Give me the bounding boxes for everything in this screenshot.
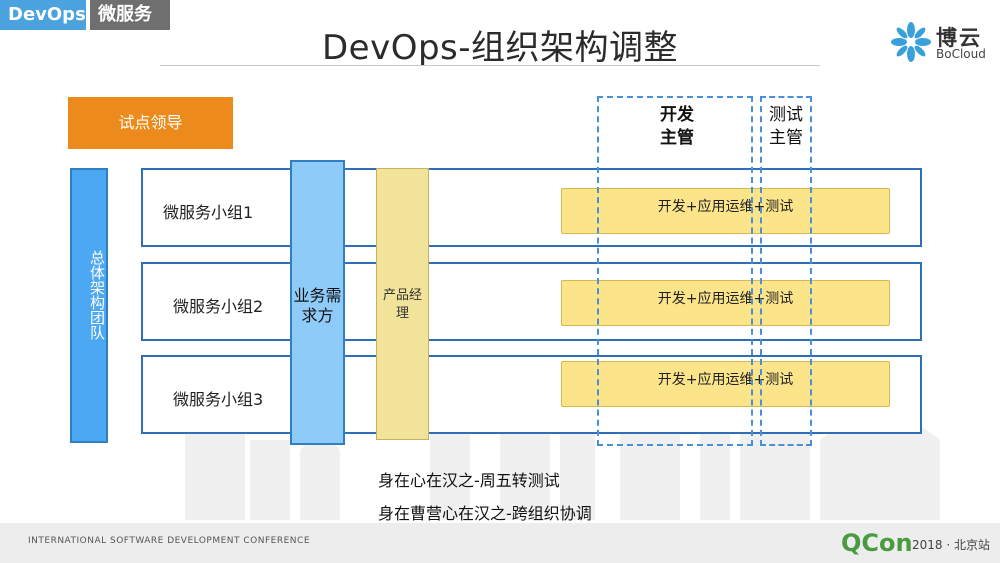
conference-name: INTERNATIONAL SOFTWARE DEVELOPMENT CONFE… — [28, 536, 311, 546]
bocloud-flower-icon — [891, 22, 931, 62]
logo-sub: BoCloud — [936, 47, 986, 61]
caption-1: 身在心在汉之-周五转测试 — [378, 471, 560, 490]
test-lead-heading: 测试主管 — [769, 105, 803, 148]
caption-2: 身在曹营心在汉之-跨组织协调 — [378, 504, 592, 523]
footer-bar: INTERNATIONAL SOFTWARE DEVELOPMENT CONFE… — [0, 523, 1000, 563]
group-label: 微服务小组2 — [173, 297, 264, 316]
product-manager-bar: 产品经理 — [376, 168, 429, 440]
dev-lead-heading: 开发主管 — [660, 105, 694, 148]
group-label: 微服务小组1 — [163, 203, 254, 222]
business-demand-label: 业务需求方 — [293, 286, 342, 325]
pilot-leader-box: 试点领导 — [68, 97, 233, 149]
title-divider — [160, 65, 820, 66]
conference-year: 2018 · 北京站 — [912, 538, 990, 552]
qcon-logo: QCon — [841, 529, 913, 557]
business-demand-bar: 业务需求方 — [290, 160, 345, 445]
page-title: DevOps-组织架构调整 — [321, 28, 679, 68]
group-label: 微服务小组3 — [173, 390, 264, 409]
architecture-team-bar: 总体架构团队 — [70, 168, 108, 443]
product-manager-label: 产品经理 — [382, 288, 422, 321]
architecture-team-label: 总体架构团队 — [88, 250, 106, 340]
